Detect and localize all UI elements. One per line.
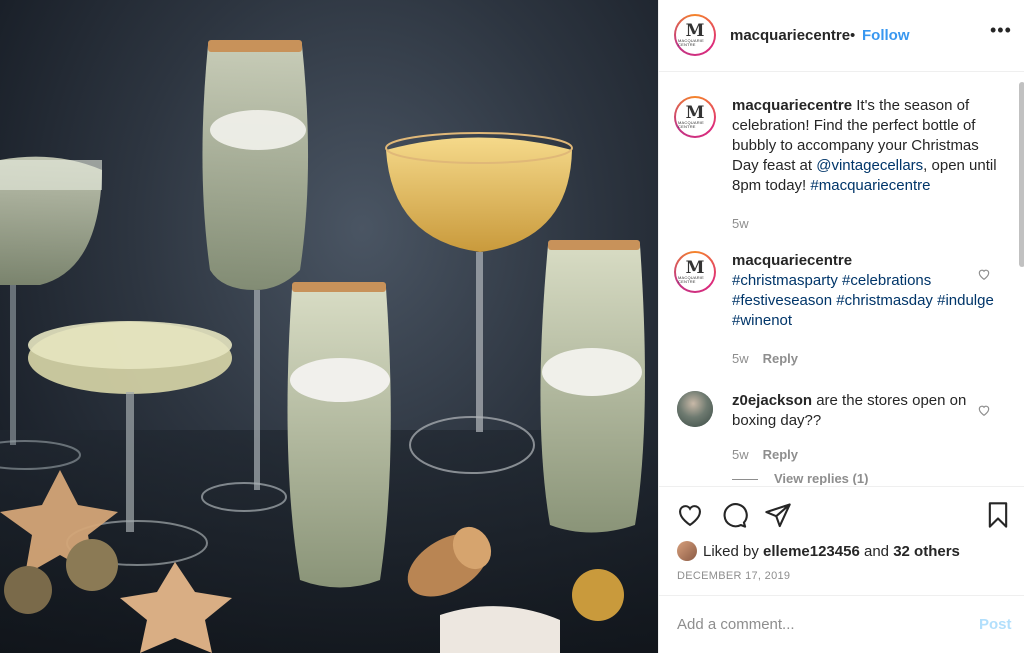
liker-avatar[interactable] <box>677 541 697 561</box>
comment-text: z0ejackson are the stores open on boxing… <box>732 391 1002 431</box>
avatar-logo-text: MACQUARIE CENTRE <box>678 119 705 129</box>
comment-meta: 5w Reply <box>732 351 798 366</box>
commenter-avatar[interactable] <box>677 391 713 427</box>
liked-others-link[interactable]: 32 others <box>893 543 960 560</box>
follow-button[interactable]: Follow <box>862 27 910 44</box>
avatar-logo-letter: M <box>685 20 705 41</box>
champagne-glasses-image <box>0 40 658 653</box>
more-options-icon[interactable]: ••• <box>990 20 1012 41</box>
comments-list[interactable]: M MACQUARIE CENTRE macquariecentre It's … <box>659 73 1024 485</box>
comment-time[interactable]: 5w <box>732 447 749 462</box>
reply-button[interactable]: Reply <box>763 447 798 462</box>
heart-icon[interactable] <box>676 501 704 529</box>
comment-username[interactable]: z0ejackson <box>732 392 812 409</box>
comment-heart-icon[interactable] <box>977 267 991 281</box>
liker-username[interactable]: elleme123456 <box>763 543 860 560</box>
post-actions: Liked by elleme123456 and 32 others DECE… <box>659 486 1024 594</box>
bookmark-icon[interactable] <box>984 501 1012 529</box>
comments-scrollbar[interactable] <box>1019 82 1024 267</box>
liked-prefix: Liked by <box>703 542 759 560</box>
reply-button[interactable]: Reply <box>763 351 798 366</box>
add-comment-bar: Add a comment... Post <box>659 595 1024 653</box>
post-photo[interactable] <box>0 0 658 653</box>
comment-icon[interactable] <box>720 501 748 529</box>
post-side-panel: M MACQUARIE CENTRE macquariecentre • Fol… <box>658 0 1024 653</box>
account-username[interactable]: macquariecentre <box>730 27 850 44</box>
header-separator: • <box>850 27 856 44</box>
liked-and: and <box>863 542 890 560</box>
avatar-logo-letter: M <box>685 257 705 278</box>
caption-text: macquariecentre It's the season of celeb… <box>732 96 1002 196</box>
hashtag-link[interactable]: #macquariecentre <box>810 177 930 194</box>
comment-avatar[interactable]: M MACQUARIE CENTRE <box>674 251 716 293</box>
avatar-logo-text: MACQUARIE CENTRE <box>678 37 705 47</box>
post-date[interactable]: DECEMBER 17, 2019 <box>677 570 790 582</box>
likes-summary: Liked by elleme123456 and 32 others <box>677 541 960 561</box>
share-icon[interactable] <box>764 501 792 529</box>
comment-username[interactable]: macquariecentre <box>732 252 852 269</box>
mention-link[interactable]: @vintagecellars <box>816 157 923 174</box>
caption-time[interactable]: 5w <box>732 216 749 231</box>
add-comment-input[interactable]: Add a comment... <box>677 616 957 633</box>
avatar-logo-text: MACQUARIE CENTRE <box>678 274 705 284</box>
view-replies-button[interactable]: View replies (1) <box>732 471 868 485</box>
comment-text: macquariecentre #christmasparty #celebra… <box>732 251 1002 331</box>
view-replies-label: View replies (1) <box>774 471 869 485</box>
caption-username[interactable]: macquariecentre <box>732 97 852 114</box>
comment-meta: 5w Reply <box>732 447 798 462</box>
comment-time[interactable]: 5w <box>732 351 749 366</box>
hashtags-link[interactable]: #christmasparty #celebrations #festivese… <box>732 272 994 329</box>
caption-meta: 5w <box>732 216 749 231</box>
account-avatar[interactable]: M MACQUARIE CENTRE <box>674 14 716 56</box>
view-replies-line <box>732 479 758 481</box>
post-comment-button[interactable]: Post <box>979 616 1012 633</box>
avatar-logo-letter: M <box>685 102 705 123</box>
caption-avatar[interactable]: M MACQUARIE CENTRE <box>674 96 716 138</box>
post-header: M MACQUARIE CENTRE macquariecentre • Fol… <box>659 0 1024 72</box>
comment-heart-icon[interactable] <box>977 403 991 417</box>
